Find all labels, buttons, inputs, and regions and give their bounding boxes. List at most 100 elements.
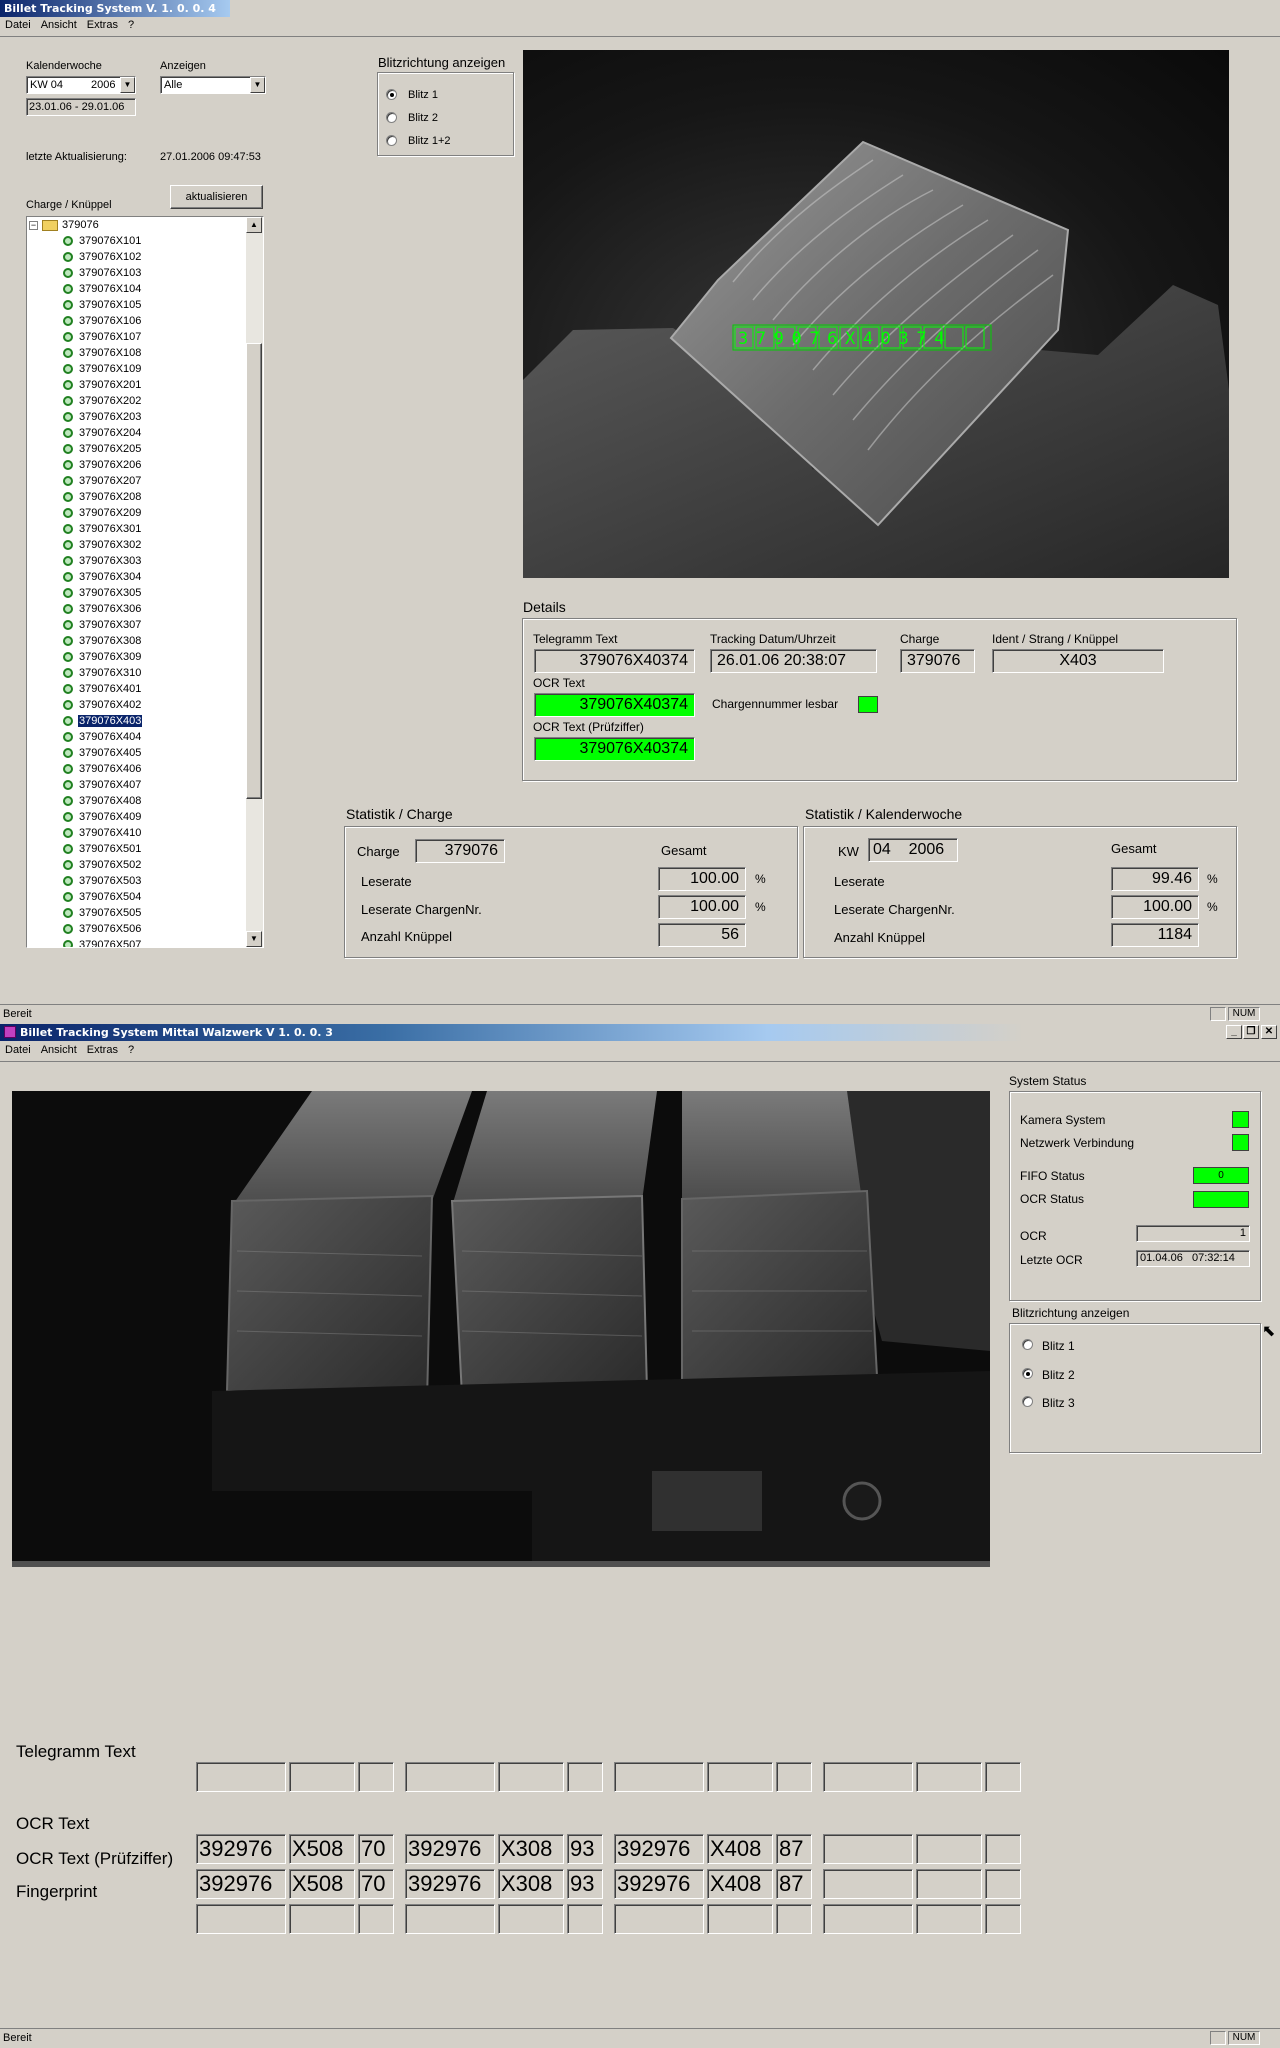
tree-item[interactable]: 379076X205	[63, 441, 142, 457]
tree-item[interactable]: 379076X104	[63, 281, 142, 297]
billets-camera-image	[12, 1091, 990, 1567]
radio-blitz-1[interactable]	[1022, 1339, 1033, 1350]
tree-item[interactable]: 379076X307	[63, 617, 142, 633]
radio-blitz-2[interactable]	[386, 112, 397, 123]
menu-datei[interactable]: Datei	[0, 1044, 36, 1056]
restore-icon[interactable]: ❐	[1243, 1025, 1259, 1039]
radio-blitz-3-label[interactable]: Blitz 3	[1042, 1396, 1075, 1410]
tree-item[interactable]: 379076X207	[63, 473, 142, 489]
menu-ansicht[interactable]: Ansicht	[36, 1044, 82, 1056]
anzeigen-select[interactable]: Alle ▼	[160, 76, 266, 94]
tree-item[interactable]: 379076X101	[63, 233, 142, 249]
radio-blitz-1-label[interactable]: Blitz 1	[408, 89, 438, 101]
tree-item[interactable]: 379076X203	[63, 409, 142, 425]
tree-item-label: 379076X105	[79, 299, 142, 311]
menu-extras[interactable]: Extras	[82, 1044, 123, 1056]
blitz-label: Blitzrichtung anzeigen	[376, 55, 508, 70]
tree-scrollbar[interactable]: ▲ ▼	[246, 217, 263, 947]
tree-item[interactable]: 379076X410	[63, 825, 142, 841]
minimize-icon[interactable]: _	[1226, 1025, 1242, 1039]
charge-tree[interactable]: − 379076 379076X101 379076X102 379076X103 37…	[26, 216, 264, 948]
tree-item[interactable]: 379076X209	[63, 505, 142, 521]
tree-item[interactable]: 379076X306	[63, 601, 142, 617]
grid-cell: 392976	[196, 1869, 286, 1899]
tree-item-label: 379076X409	[79, 811, 142, 823]
scroll-down-icon[interactable]: ▼	[246, 931, 262, 947]
tree-item-label: 379076X106	[79, 315, 142, 327]
tree-item[interactable]: 379076X108	[63, 345, 142, 361]
tree-item[interactable]: 379076X507	[63, 937, 142, 947]
radio-blitz-1[interactable]	[386, 89, 397, 100]
tree-item[interactable]: 379076X107	[63, 329, 142, 345]
radio-blitz-1-label[interactable]: Blitz 1	[1042, 1339, 1075, 1353]
tree-item[interactable]: 379076X501	[63, 841, 142, 857]
tree-item[interactable]: 379076X310	[63, 665, 142, 681]
tree-item[interactable]: 379076X106	[63, 313, 142, 329]
billet-node-icon	[63, 860, 73, 871]
grid-cell	[985, 1869, 1021, 1899]
tree-item[interactable]: 379076X406	[63, 761, 142, 777]
radio-blitz-1-2-label[interactable]: Blitz 1+2	[408, 135, 451, 147]
tree-item[interactable]: 379076X308	[63, 633, 142, 649]
menu-help[interactable]: ?	[123, 1044, 139, 1056]
grid-cell	[916, 1762, 982, 1792]
tree-item[interactable]: 379076X401	[63, 681, 142, 697]
radio-blitz-1-2[interactable]	[386, 135, 397, 146]
radio-blitz-2-label[interactable]: Blitz 2	[408, 112, 438, 124]
menu-datei[interactable]: Datei	[0, 19, 36, 31]
tree-item-label: 379076X501	[79, 843, 142, 855]
tree-item-label: 379076X206	[79, 459, 142, 471]
tree-item[interactable]: 379076X303	[63, 553, 142, 569]
tracking-value: 26.01.06 20:38:07	[710, 649, 877, 673]
tree-item[interactable]: 379076X204	[63, 425, 142, 441]
tree-item[interactable]: 379076X403	[63, 713, 143, 729]
scroll-thumb[interactable]	[246, 343, 262, 799]
tree-item[interactable]: 379076X309	[63, 649, 142, 665]
close-icon[interactable]: ✕	[1261, 1025, 1277, 1039]
tree-item[interactable]: 379076X503	[63, 873, 142, 889]
tree-item[interactable]: 379076X502	[63, 857, 142, 873]
tree-item[interactable]: 379076X409	[63, 809, 142, 825]
tree-item[interactable]: 379076X109	[63, 361, 142, 377]
menu-extras[interactable]: Extras	[82, 19, 123, 31]
tree-item[interactable]: 379076X208	[63, 489, 142, 505]
radio-blitz-2-label[interactable]: Blitz 2	[1042, 1368, 1075, 1382]
collapse-icon[interactable]: −	[29, 220, 38, 230]
stat-charge-charge-label: Charge	[357, 844, 400, 859]
tree-item[interactable]: 379076X304	[63, 569, 142, 585]
tree-item[interactable]: 379076X402	[63, 697, 142, 713]
radio-blitz-3[interactable]	[1022, 1396, 1033, 1407]
tree-root[interactable]: − 379076	[29, 217, 99, 233]
tree-item[interactable]: 379076X202	[63, 393, 142, 409]
tree-item[interactable]: 379076X206	[63, 457, 142, 473]
menu-ansicht[interactable]: Ansicht	[36, 19, 82, 31]
radio-blitz-2[interactable]	[1022, 1368, 1033, 1379]
kalenderwoche-select[interactable]: KW 04 2006 ▼	[26, 76, 136, 94]
tree-item[interactable]: 379076X504	[63, 889, 142, 905]
tree-item[interactable]: 379076X505	[63, 905, 142, 921]
aktualisieren-button[interactable]: aktualisieren	[170, 185, 263, 209]
scroll-up-icon[interactable]: ▲	[246, 217, 262, 233]
chevron-down-icon[interactable]: ▼	[120, 77, 135, 93]
tree-item-label: 379076X203	[79, 411, 142, 423]
tree-item-label: 379076X202	[79, 395, 142, 407]
tree-item[interactable]: 379076X404	[63, 729, 142, 745]
tree-item[interactable]: 379076X302	[63, 537, 142, 553]
tree-item[interactable]: 379076X102	[63, 249, 142, 265]
tree-item[interactable]: 379076X105	[63, 297, 142, 313]
stat-kw-anzahl-value: 1184	[1111, 923, 1199, 947]
tree-item[interactable]: 379076X301	[63, 521, 142, 537]
tree-item-label: 379076X107	[79, 331, 142, 343]
telegramm-row-label: Telegramm Text	[16, 1742, 136, 1761]
billet-node-icon	[63, 284, 73, 295]
chevron-down-icon[interactable]: ▼	[250, 77, 265, 93]
tree-item[interactable]: 379076X506	[63, 921, 142, 937]
tree-item[interactable]: 379076X305	[63, 585, 142, 601]
tree-item[interactable]: 379076X201	[63, 377, 142, 393]
grid-cell	[289, 1904, 355, 1934]
tree-item[interactable]: 379076X103	[63, 265, 142, 281]
tree-item[interactable]: 379076X408	[63, 793, 142, 809]
tree-item[interactable]: 379076X407	[63, 777, 142, 793]
menu-help[interactable]: ?	[123, 19, 139, 31]
tree-item[interactable]: 379076X405	[63, 745, 142, 761]
